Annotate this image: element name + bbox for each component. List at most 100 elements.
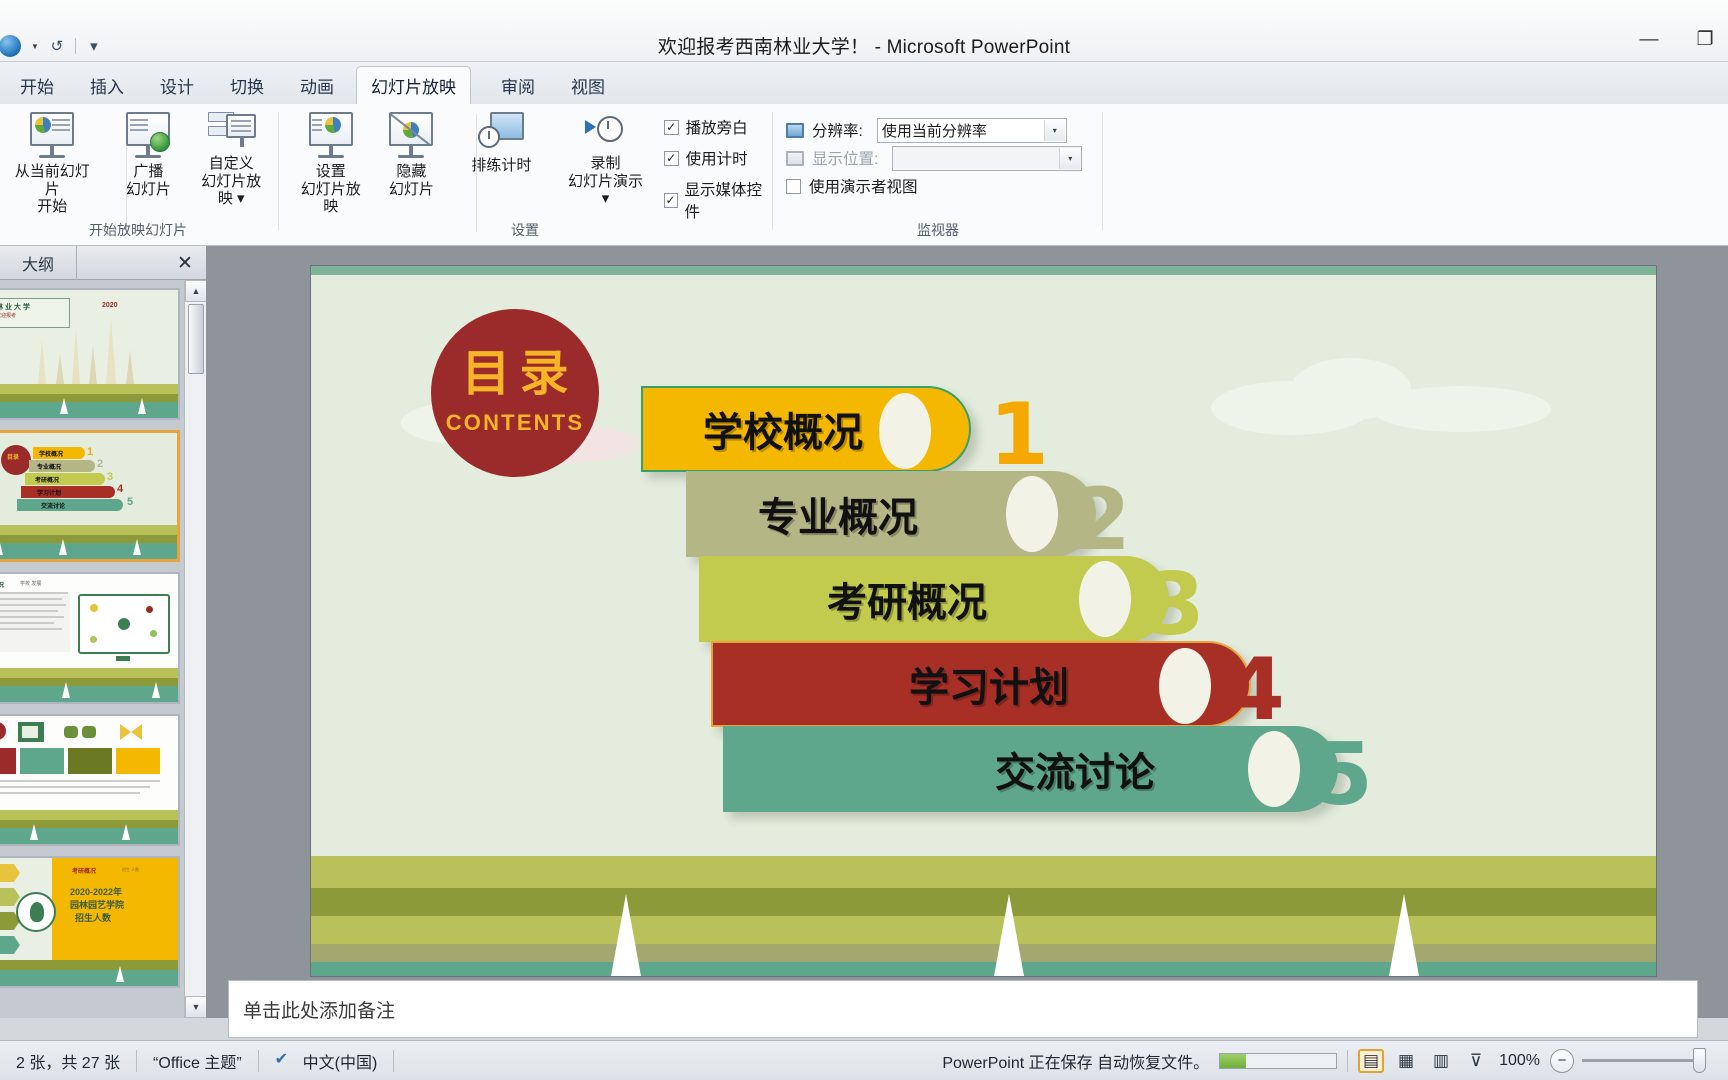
resolution-label: 分辨率: (812, 119, 863, 141)
contents-badge: 目录 CONTENTS (431, 309, 599, 477)
slide-sorter-view-button[interactable]: ▦ (1393, 1049, 1419, 1073)
checkbox-play-narrations[interactable]: ✓ (664, 120, 679, 135)
funnel-item-2[interactable]: 专业概况 (686, 471, 1096, 557)
funnel-item-5-title: 交流讨论 (995, 740, 1155, 798)
hide-slide-button[interactable]: 隐藏 幻灯片 (373, 106, 449, 198)
display-icon (786, 151, 804, 166)
slide-thumbnail-4[interactable] (0, 714, 180, 846)
language-indicator[interactable]: 中文(中国) (259, 1048, 394, 1074)
presenter-view-row[interactable]: ✓ 使用演示者视图 (786, 172, 918, 200)
tab-outline[interactable]: 大纲 (0, 246, 77, 280)
zoom-slider[interactable]: − (1550, 1049, 1714, 1073)
theme-name[interactable]: “Office 主题” (137, 1048, 258, 1074)
record-slideshow-button[interactable]: 录制 幻灯片演示 ▾ (557, 106, 653, 208)
sailboat-icon (994, 894, 1024, 976)
custom-slideshow-button[interactable]: 自定义 幻灯片放映 ▾ (186, 106, 276, 208)
tab-insert[interactable]: 插入 (76, 66, 138, 104)
slide-ground-decoration (311, 856, 1656, 976)
funnel-item-5[interactable]: 交流讨论 (723, 726, 1338, 812)
checkbox-play-narrations-row[interactable]: ✓ 播放旁白 (664, 116, 770, 138)
scroll-up-button[interactable]: ▲ (185, 280, 207, 302)
slide-editing-area[interactable]: 目录 CONTENTS 学校概况 1 专业概况 (206, 246, 1728, 1018)
reading-view-button[interactable]: ▥ (1428, 1049, 1454, 1073)
status-bar: 2 张，共 27 张 “Office 主题” 中文(中国) PowerPoint… (0, 1040, 1728, 1080)
ribbon-tabs: 开始 插入 设计 切换 动画 幻灯片放映 审阅 视图 (0, 62, 1728, 104)
minimize-button[interactable]: — (1634, 29, 1664, 51)
funnel-item-2-zero (1006, 476, 1058, 552)
outline-pane: 大纲 ✕ 林 业 大 学 欢迎报考 2020 (0, 246, 206, 1018)
custom-show-icon (208, 112, 254, 150)
broadcast-label: 广播 幻灯片 (126, 163, 171, 198)
scrollbar-thumb[interactable] (188, 304, 204, 374)
window-controls: — ❐ (1634, 28, 1720, 51)
rehearse-timings-button[interactable]: 排练计时 (463, 106, 539, 175)
zoom-slider-handle[interactable] (1693, 1048, 1706, 1073)
checkbox-show-media-controls-row[interactable]: ✓ 显示媒体控件 (664, 178, 770, 222)
from-current-slide-label: 从当前幻灯片 开始 (14, 163, 90, 216)
close-icon[interactable]: ✕ (172, 250, 198, 276)
setup-slideshow-button[interactable]: 设置 幻灯片放映 (288, 106, 373, 216)
rehearse-timings-icon (478, 112, 524, 152)
status-bar-right: PowerPoint 正在保存 自动恢复文件。 ▤ ▦ ▥ ⊽ 100% − (942, 1049, 1728, 1073)
scroll-down-button[interactable]: ▼ (185, 996, 207, 1018)
tab-home[interactable]: 开始 (6, 66, 68, 104)
normal-view-button[interactable]: ▤ (1358, 1049, 1384, 1073)
language-label: 中文(中国) (303, 1049, 378, 1073)
checkbox-use-timings-row[interactable]: ✓ 使用计时 (664, 147, 770, 169)
ribbon-group-monitors: 分辨率: 使用当前分辨率 ▾ 显示位置: ▾ ✓ 使用演示者 (776, 104, 1100, 246)
display-on-combobox: ▾ (892, 146, 1082, 171)
contents-funnel: 学校概况 1 专业概况 2 考研概况 3 学习计划 (641, 386, 1651, 926)
resolution-combobox[interactable]: 使用当前分辨率 ▾ (877, 118, 1067, 143)
slide-thumbnail-1[interactable]: 林 业 大 学 欢迎报考 2020 (0, 288, 180, 420)
resolution-value: 使用当前分辨率 (882, 120, 987, 141)
broadcast-slideshow-button[interactable]: 广播 幻灯片 (110, 106, 186, 198)
from-current-slide-button[interactable]: 从当前幻灯片 开始 (6, 106, 98, 216)
slide-count[interactable]: 2 张，共 27 张 (0, 1048, 136, 1074)
funnel-item-3-number: 3 (1145, 562, 1205, 648)
thumbnail-scrollbar[interactable]: ▲ ▼ (184, 280, 206, 1018)
slide-thumbnail-3[interactable]: 概况 学校 发展 (0, 572, 180, 704)
group-label-start-show: 开始放映幻灯片 (0, 220, 276, 240)
funnel-item-5-number: 5 (1313, 732, 1373, 818)
custom-show-label: 自定义 幻灯片放映 ▾ (194, 155, 268, 208)
checkbox-use-timings-label: 使用计时 (686, 147, 748, 169)
chevron-down-icon: ▾ (1059, 148, 1080, 169)
funnel-item-4-title: 学习计划 (909, 655, 1069, 713)
slide-thumbnail-list[interactable]: 林 业 大 学 欢迎报考 2020 目录 (0, 280, 184, 1018)
checkbox-use-timings[interactable]: ✓ (664, 151, 679, 166)
tab-design[interactable]: 设计 (146, 66, 208, 104)
zoom-out-button[interactable]: − (1550, 1049, 1574, 1073)
record-slideshow-label: 录制 幻灯片演示 ▾ (565, 155, 645, 208)
tab-animations[interactable]: 动画 (286, 66, 348, 104)
chevron-down-icon[interactable]: ▾ (1044, 120, 1065, 141)
title-bar: ▼ ↺ ▾ 欢迎报考西南林业大学！ - Microsoft PowerPoint… (0, 0, 1728, 62)
current-slide[interactable]: 目录 CONTENTS 学校概况 1 专业概况 (311, 266, 1656, 976)
view-buttons: ▤ ▦ ▥ ⊽ (1358, 1049, 1489, 1073)
restore-button[interactable]: ❐ (1690, 28, 1720, 51)
zoom-level[interactable]: 100% (1499, 1052, 1540, 1070)
funnel-item-4[interactable]: 学习计划 (711, 641, 1251, 727)
checkbox-presenter-view[interactable]: ✓ (786, 179, 801, 194)
funnel-item-1[interactable]: 学校概况 (641, 386, 971, 472)
slide-thumbnail-2[interactable]: 目录 学校概况 专业概况 考研概况 学习计划 交流讨论 1 2 3 4 5 (0, 430, 180, 562)
checkbox-show-media-controls[interactable]: ✓ (664, 193, 678, 208)
display-on-row: 显示位置: ▾ (786, 144, 1082, 172)
funnel-item-3[interactable]: 考研概况 (699, 556, 1169, 642)
broadcast-icon (126, 112, 170, 158)
funnel-item-2-title: 专业概况 (758, 485, 918, 543)
notes-pane[interactable]: 单击此处添加备注 (228, 980, 1698, 1038)
zoom-slider-track[interactable] (1582, 1059, 1706, 1062)
slide-top-accent-bar (311, 266, 1656, 275)
slide-show-view-button[interactable]: ⊽ (1463, 1049, 1489, 1073)
tab-review[interactable]: 审阅 (487, 66, 549, 104)
tab-view[interactable]: 视图 (557, 66, 619, 104)
funnel-item-1-number: 1 (989, 392, 1049, 478)
hide-slide-label: 隐藏 幻灯片 (389, 163, 434, 198)
slide-thumbnail-5[interactable]: 考研概况 招生 人数 2020-2022年园林园艺学院 招生人数 (0, 856, 180, 988)
tab-slideshow[interactable]: 幻灯片放映 (356, 66, 471, 104)
funnel-item-4-zero (1159, 648, 1211, 724)
save-progress-bar (1219, 1053, 1337, 1069)
window-title: 欢迎报考西南林业大学！ - Microsoft PowerPoint (0, 32, 1728, 59)
powerpoint-window: ▼ ↺ ▾ 欢迎报考西南林业大学！ - Microsoft PowerPoint… (0, 0, 1728, 1080)
tab-transitions[interactable]: 切换 (216, 66, 278, 104)
